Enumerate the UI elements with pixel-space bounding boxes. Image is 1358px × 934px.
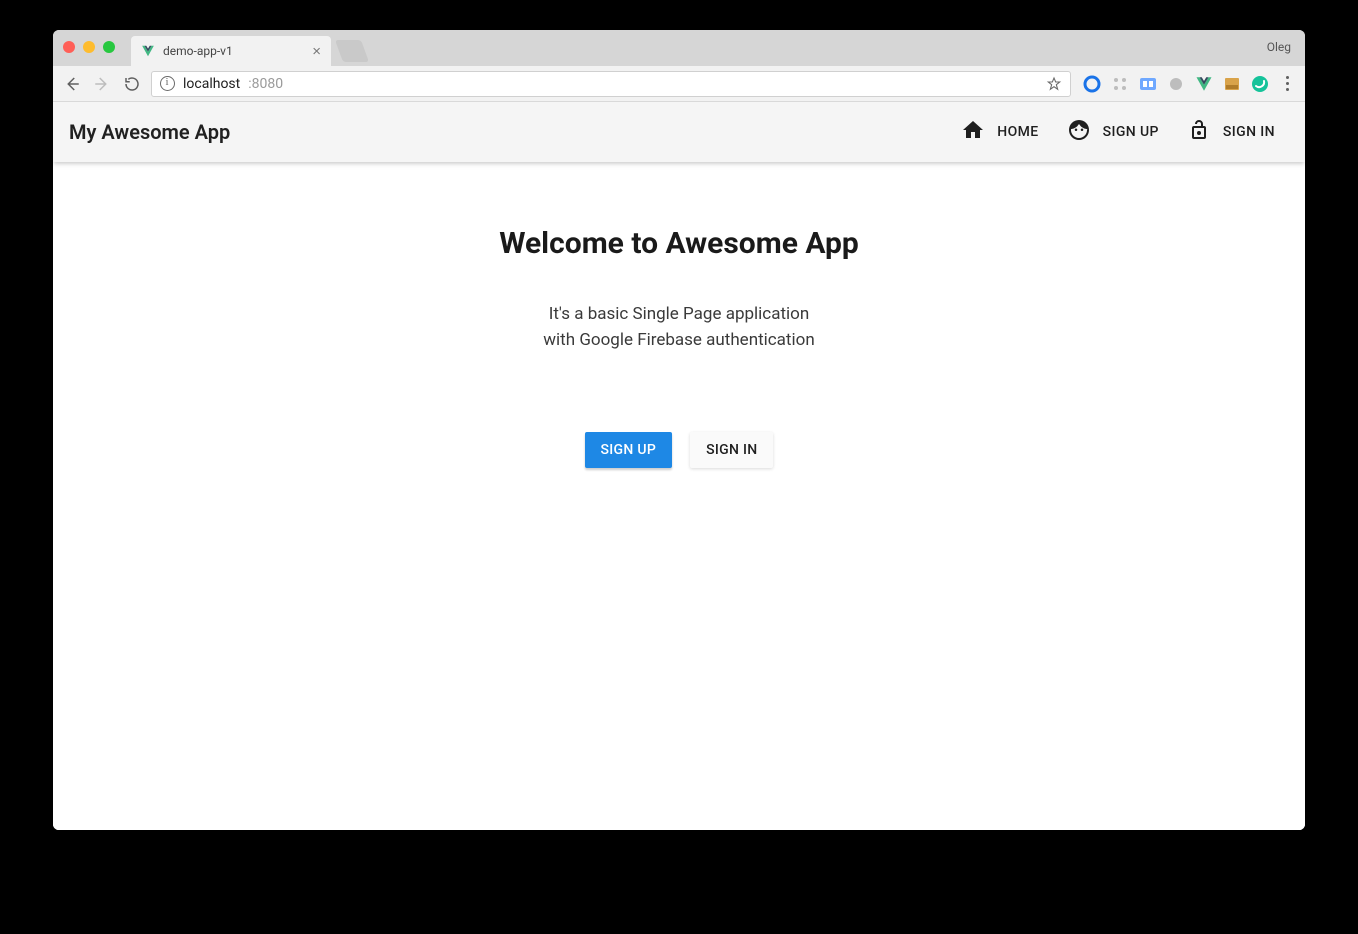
cta-row: SIGN UP SIGN IN bbox=[585, 432, 774, 468]
subtitle-line-1: It's a basic Single Page application bbox=[549, 301, 809, 327]
browser-tabstrip: demo-app-v1 × Oleg bbox=[53, 30, 1305, 66]
nav-reload-button[interactable] bbox=[121, 73, 143, 95]
vue-icon bbox=[141, 44, 155, 58]
tab-close-icon[interactable]: × bbox=[310, 44, 323, 59]
url-host: localhost bbox=[183, 76, 240, 92]
tab-title: demo-app-v1 bbox=[163, 44, 310, 58]
extension-icon[interactable] bbox=[1139, 75, 1157, 93]
window-close-icon[interactable] bbox=[63, 41, 75, 53]
app-main: Welcome to Awesome App It's a basic Sing… bbox=[53, 162, 1305, 830]
url-bar[interactable]: localhost :8080 bbox=[151, 71, 1071, 97]
home-icon bbox=[961, 118, 985, 146]
app-toolbar: My Awesome App HOME SIGN UP SIGN IN bbox=[53, 102, 1305, 162]
site-info-icon[interactable] bbox=[160, 76, 175, 91]
nav-forward-button[interactable] bbox=[91, 73, 113, 95]
extension-vue-icon[interactable] bbox=[1195, 75, 1213, 93]
new-tab-button[interactable] bbox=[335, 40, 369, 62]
bookmark-star-icon[interactable] bbox=[1046, 76, 1062, 92]
extension-icon[interactable] bbox=[1223, 75, 1241, 93]
signup-button[interactable]: SIGN UP bbox=[585, 432, 673, 468]
browser-toolbar: localhost :8080 bbox=[53, 66, 1305, 102]
face-icon bbox=[1067, 118, 1091, 146]
extension-icons bbox=[1079, 75, 1269, 93]
nav-signup-label: SIGN UP bbox=[1103, 124, 1159, 140]
window-minimize-icon[interactable] bbox=[83, 41, 95, 53]
nav-signup[interactable]: SIGN UP bbox=[1053, 102, 1173, 162]
extension-icon[interactable] bbox=[1083, 75, 1101, 93]
welcome-heading: Welcome to Awesome App bbox=[499, 226, 859, 261]
nav-signin-label: SIGN IN bbox=[1223, 124, 1275, 140]
browser-menu-button[interactable] bbox=[1277, 72, 1297, 95]
signin-button[interactable]: SIGN IN bbox=[690, 432, 773, 468]
extension-icon[interactable] bbox=[1167, 75, 1185, 93]
subtitle-line-2: with Google Firebase authentication bbox=[543, 327, 814, 353]
nav-home-label: HOME bbox=[997, 124, 1038, 140]
app-viewport: My Awesome App HOME SIGN UP SIGN IN bbox=[53, 102, 1305, 830]
window-maximize-icon[interactable] bbox=[103, 41, 115, 53]
extension-icon[interactable] bbox=[1251, 75, 1269, 93]
window-controls bbox=[63, 41, 115, 53]
lock-open-icon bbox=[1187, 118, 1211, 146]
profile-name[interactable]: Oleg bbox=[1267, 40, 1291, 54]
url-path: :8080 bbox=[248, 76, 283, 92]
extension-icon[interactable] bbox=[1111, 75, 1129, 93]
nav-signin[interactable]: SIGN IN bbox=[1173, 102, 1289, 162]
nav-home[interactable]: HOME bbox=[947, 102, 1052, 162]
browser-window: demo-app-v1 × Oleg localhost :8080 bbox=[53, 30, 1305, 830]
app-title: My Awesome App bbox=[69, 120, 230, 144]
nav-back-button[interactable] bbox=[61, 73, 83, 95]
browser-tab[interactable]: demo-app-v1 × bbox=[131, 36, 331, 66]
